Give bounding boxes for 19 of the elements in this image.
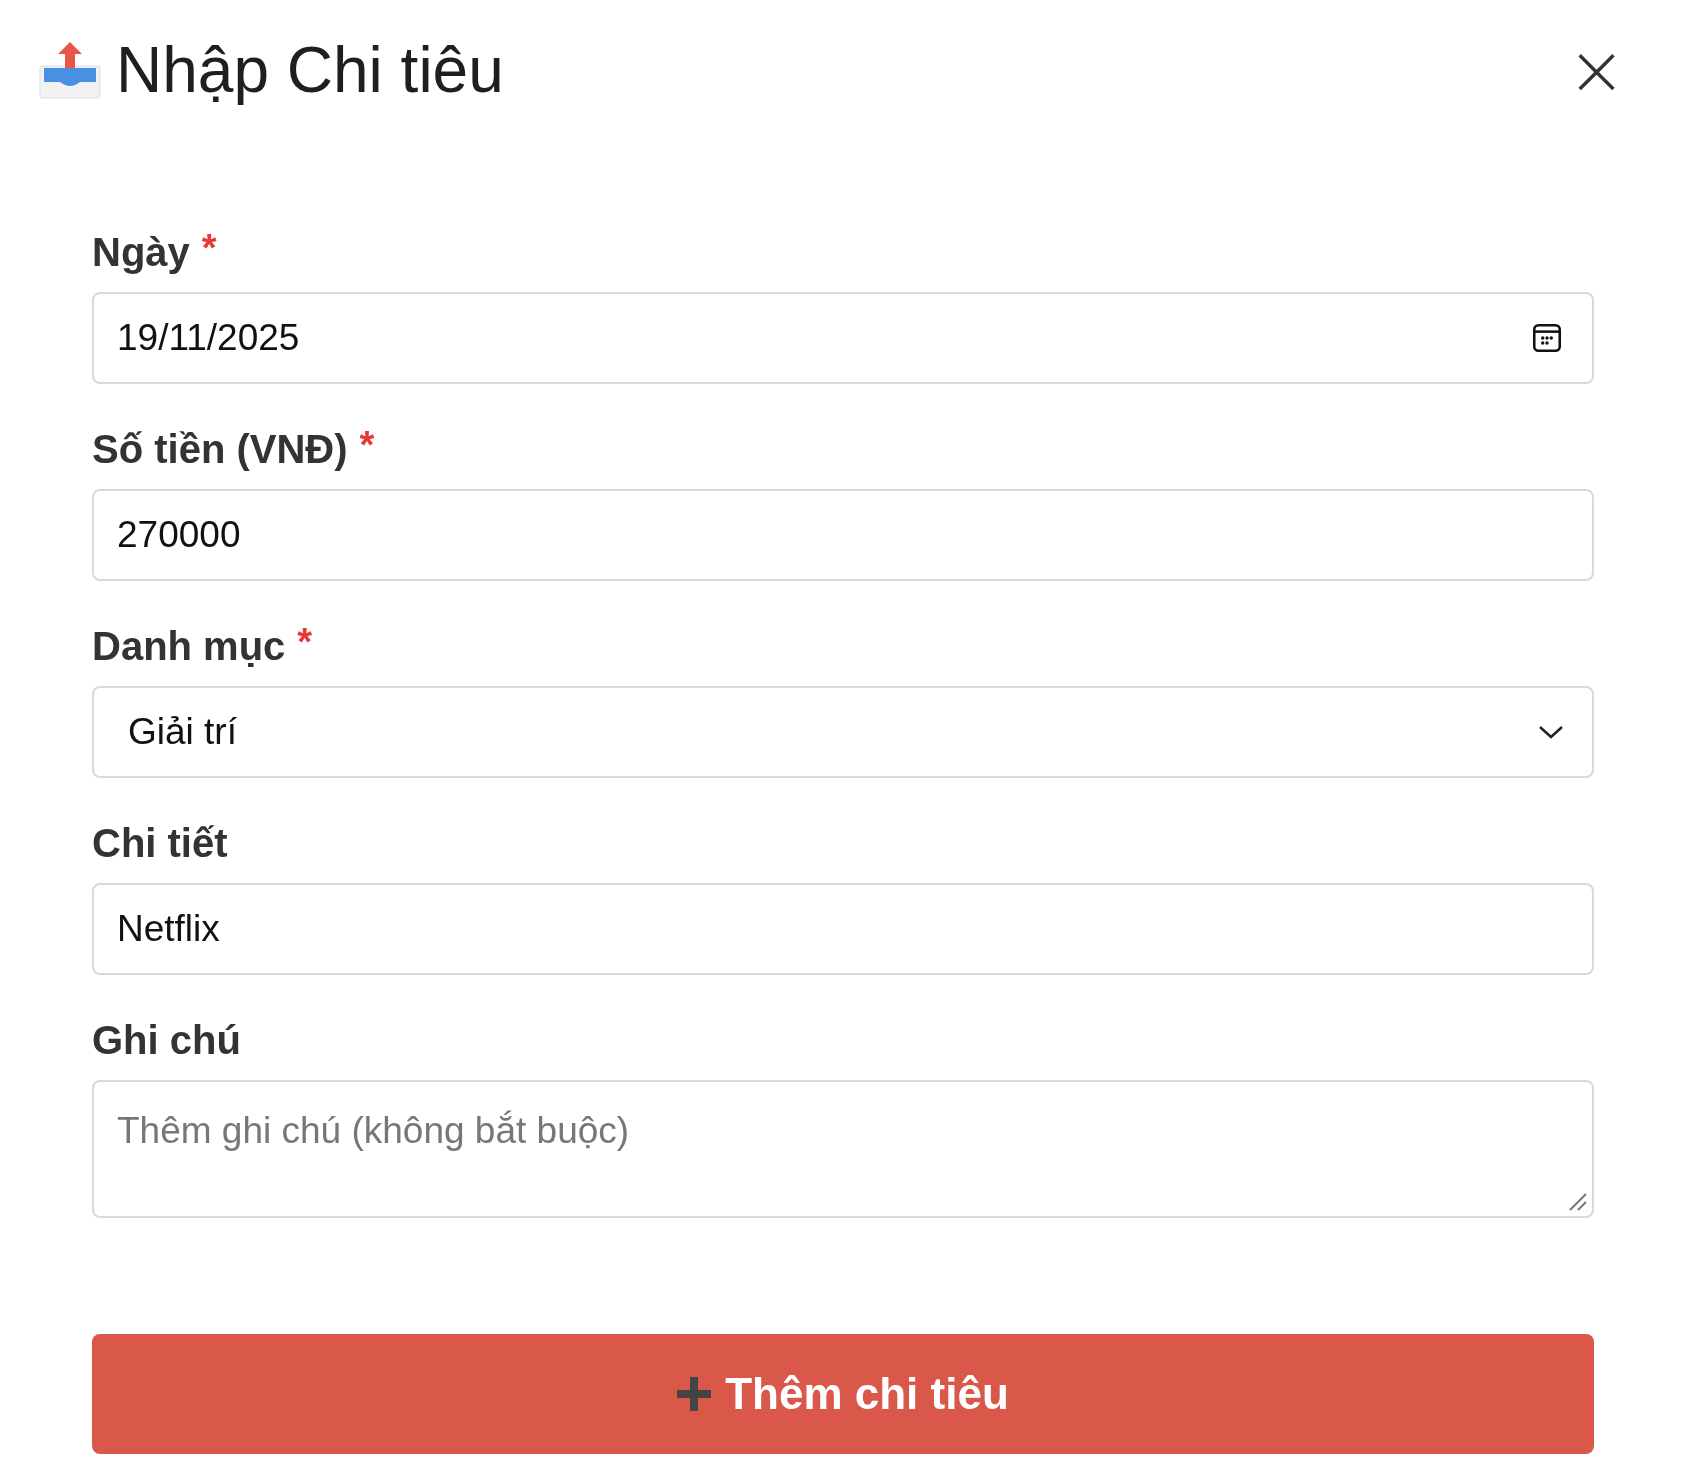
- chevron-down-icon: [1538, 724, 1564, 740]
- input-field[interactable]: 270000: [92, 489, 1594, 581]
- close-button[interactable]: ×: [1563, 40, 1630, 100]
- input-field[interactable]: Thêm ghi chú (không bắt buộc): [92, 1080, 1594, 1218]
- required-mark: *: [201, 227, 217, 270]
- calendar-icon[interactable]: [1530, 321, 1564, 355]
- field-label: Danh mục: [92, 623, 286, 669]
- required-mark: *: [359, 424, 375, 467]
- required-mark: *: [297, 621, 313, 664]
- add-expense-button[interactable]: Thêm chi tiêu: [92, 1334, 1594, 1454]
- field-label: Chi tiết: [92, 820, 228, 866]
- resize-handle-icon[interactable]: [1568, 1192, 1588, 1212]
- field-label: Ghi chú: [92, 1017, 241, 1063]
- input-field[interactable]: Netflix: [92, 883, 1594, 975]
- input-field[interactable]: 19/11/2025: [92, 292, 1594, 384]
- dropdown-field[interactable]: Giải trí: [92, 686, 1594, 778]
- field-label: Ngày: [92, 229, 190, 275]
- field-label: Số tiền (VNĐ): [92, 426, 348, 472]
- plus-icon: [677, 1377, 712, 1411]
